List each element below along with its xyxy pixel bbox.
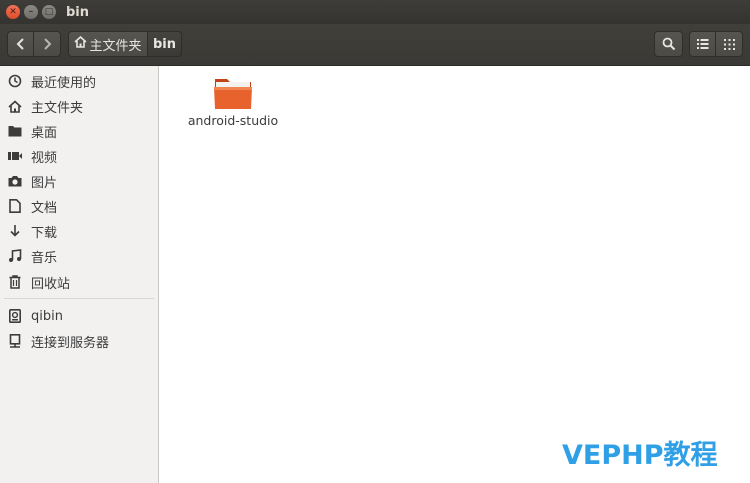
breadcrumb-current-label: bin	[152, 36, 177, 52]
list-view-button[interactable]	[689, 31, 716, 57]
video-icon	[8, 149, 22, 163]
maximize-button[interactable]: □	[42, 5, 56, 19]
sidebar-item-label: 图片	[31, 175, 58, 191]
breadcrumb-home[interactable]: 主文件夹	[68, 31, 148, 57]
trash-icon	[8, 275, 22, 289]
sidebar-item-label: 连接到服务器	[31, 335, 110, 351]
sidebar-item-label: 文档	[31, 200, 58, 216]
grid-view-icon	[723, 38, 735, 50]
list-view-icon	[696, 39, 708, 49]
sidebar-item-home[interactable]: 主文件夹	[0, 95, 158, 117]
search-button[interactable]	[654, 31, 683, 57]
sidebar-divider	[4, 298, 154, 299]
camera-icon	[8, 174, 22, 188]
folder-item[interactable]: android-studio	[185, 76, 281, 128]
sidebar-item-downloads[interactable]: 下载	[0, 220, 158, 242]
close-button[interactable]: ✕	[6, 5, 20, 19]
grid-view-button[interactable]	[715, 31, 743, 57]
breadcrumb-current[interactable]: bin	[147, 31, 182, 57]
sidebar-item-label: 视频	[31, 150, 58, 166]
sidebar-item-connect-server[interactable]: 连接到服务器	[0, 330, 158, 352]
folder-icon	[8, 124, 22, 138]
sidebar: 最近使用的 主文件夹 桌面 视频 图片 文档 下载 音乐 回收站 qibin 连…	[0, 66, 159, 483]
chevron-left-icon	[16, 38, 24, 50]
search-icon	[662, 37, 675, 51]
sidebar-item-videos[interactable]: 视频	[0, 145, 158, 167]
back-button[interactable]	[7, 31, 34, 57]
title-bar: ✕ – □ bin	[0, 0, 750, 24]
sidebar-item-label: 主文件夹	[31, 100, 84, 116]
sidebar-item-music[interactable]: 音乐	[0, 245, 158, 267]
server-icon	[8, 334, 22, 348]
sidebar-item-label: 回收站	[31, 276, 71, 292]
sidebar-item-recent[interactable]: 最近使用的	[0, 70, 158, 92]
download-icon	[8, 224, 22, 238]
sidebar-item-pictures[interactable]: 图片	[0, 170, 158, 192]
sidebar-item-desktop[interactable]: 桌面	[0, 120, 158, 142]
sidebar-item-qibin[interactable]: qibin	[0, 305, 158, 327]
sidebar-item-label: 音乐	[31, 250, 58, 266]
breadcrumb-home-label: 主文件夹	[89, 38, 142, 54]
sidebar-item-label: 最近使用的	[31, 75, 97, 91]
sidebar-item-documents[interactable]: 文档	[0, 195, 158, 217]
file-view[interactable]: android-studio	[163, 66, 750, 483]
folder-icon	[213, 76, 253, 110]
home-icon	[8, 99, 22, 113]
chevron-right-icon	[44, 38, 52, 50]
drive-icon	[8, 309, 22, 323]
document-icon	[8, 199, 22, 213]
watermark: VEPHP教程	[562, 440, 718, 471]
window-title: bin	[66, 4, 90, 20]
sidebar-item-trash[interactable]: 回收站	[0, 271, 158, 293]
window-controls: ✕ – □	[6, 5, 56, 19]
minimize-button[interactable]: –	[24, 5, 38, 19]
home-icon	[74, 35, 88, 52]
sidebar-item-label: qibin	[31, 308, 63, 324]
music-icon	[8, 249, 22, 263]
sidebar-item-label: 桌面	[31, 125, 58, 141]
clock-icon	[8, 74, 22, 88]
file-name: android-studio	[187, 113, 279, 128]
sidebar-item-label: 下载	[31, 225, 58, 241]
toolbar: 主文件夹 bin	[0, 24, 750, 66]
forward-button[interactable]	[33, 31, 61, 57]
